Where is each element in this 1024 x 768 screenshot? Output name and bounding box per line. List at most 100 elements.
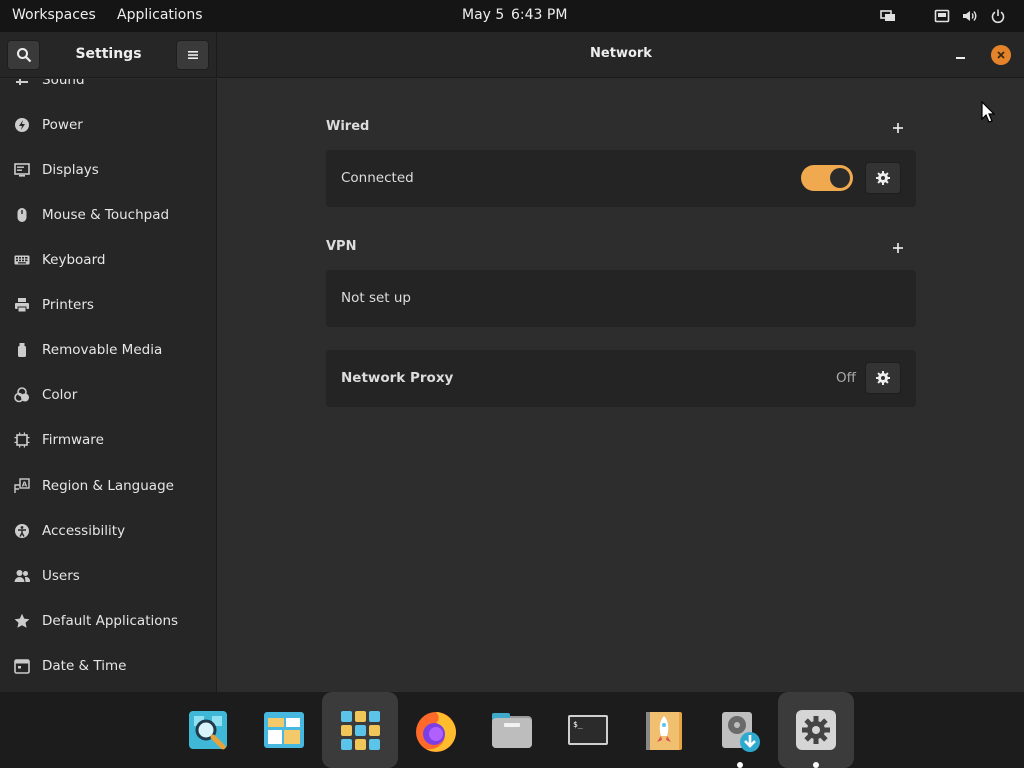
settings-window: Settings Network Sound Power Displays Mo… bbox=[0, 32, 1024, 692]
switch-knob bbox=[830, 168, 850, 188]
sidebar-item-power[interactable]: Power bbox=[0, 102, 216, 147]
close-button[interactable] bbox=[991, 45, 1011, 65]
sidebar-item-printers[interactable]: Printers bbox=[0, 282, 216, 327]
sidebar-item-displays[interactable]: Displays bbox=[0, 147, 216, 192]
sidebar-item-accessibility[interactable]: Accessibility bbox=[0, 508, 216, 553]
dock-search-app[interactable] bbox=[170, 692, 246, 768]
dock-firefox[interactable] bbox=[398, 692, 474, 768]
time-label[interactable]: 6:43 PM bbox=[511, 7, 567, 23]
sidebar-header: Settings bbox=[0, 32, 217, 78]
vpn-status-label: Not set up bbox=[341, 290, 411, 306]
applications-button[interactable]: Applications bbox=[117, 7, 203, 23]
sidebar-item-firmware[interactable]: Firmware bbox=[0, 417, 216, 462]
sidebar-item-sound[interactable]: Sound bbox=[0, 79, 216, 102]
proxy-title: Network Proxy bbox=[341, 370, 454, 386]
sidebar-item-keyboard[interactable]: Keyboard bbox=[0, 237, 216, 282]
hamburger-icon bbox=[187, 51, 198, 59]
sidebar-item-label: Firmware bbox=[42, 431, 104, 448]
wired-toggle-switch[interactable] bbox=[801, 165, 853, 191]
svg-text:A: A bbox=[22, 480, 28, 488]
color-icon bbox=[14, 386, 30, 403]
sidebar-item-color[interactable]: Color bbox=[0, 372, 216, 417]
sidebar-item-label: Displays bbox=[42, 161, 99, 178]
plus-icon bbox=[893, 243, 903, 253]
sidebar-item-label: Accessibility bbox=[42, 522, 126, 539]
sidebar-item-label: Default Applications bbox=[42, 612, 179, 629]
running-indicator bbox=[737, 762, 743, 768]
language-icon: A bbox=[14, 477, 30, 494]
disk-utility-icon bbox=[722, 712, 760, 752]
sidebar-item-label: Mouse & Touchpad bbox=[42, 206, 170, 223]
multitask-view-icon[interactable] bbox=[880, 8, 896, 24]
keyboard-icon bbox=[14, 252, 30, 268]
sidebar-item-label: Color bbox=[42, 386, 78, 403]
mouse-icon bbox=[14, 207, 30, 223]
workspaces-button[interactable]: Workspaces bbox=[12, 7, 96, 23]
menu-button[interactable] bbox=[176, 40, 209, 70]
add-vpn-button[interactable] bbox=[890, 240, 906, 256]
date-label[interactable]: May 5 bbox=[462, 7, 504, 23]
dock-settings[interactable] bbox=[778, 692, 854, 768]
gear-icon bbox=[876, 171, 890, 185]
sidebar-item-default-applications[interactable]: Default Applications bbox=[0, 598, 216, 643]
add-wired-button[interactable] bbox=[890, 120, 906, 136]
proxy-settings-button[interactable] bbox=[865, 362, 901, 394]
sidebar: Sound Power Displays Mouse & Touchpad Ke… bbox=[0, 79, 217, 692]
sound-icon bbox=[14, 79, 30, 88]
dock-app-center[interactable] bbox=[246, 692, 322, 768]
sidebar-item-label: Users bbox=[42, 567, 80, 584]
wired-connection-row: Connected bbox=[326, 150, 916, 207]
network-wired-icon[interactable] bbox=[934, 8, 950, 24]
network-proxy-row[interactable]: Network Proxy Off bbox=[326, 350, 916, 407]
sidebar-item-label: Sound bbox=[42, 79, 85, 88]
sidebar-item-users[interactable]: Users bbox=[0, 553, 216, 598]
sidebar-item-label: Region & Language bbox=[42, 477, 174, 494]
printer-icon bbox=[14, 297, 30, 313]
running-indicator bbox=[813, 762, 819, 768]
plus-icon bbox=[893, 123, 903, 133]
sidebar-item-label: Date & Time bbox=[42, 657, 127, 674]
firefox-icon bbox=[416, 712, 456, 752]
dock-rocket-app[interactable] bbox=[626, 692, 702, 768]
power-bolt-icon bbox=[14, 117, 30, 133]
search-app-icon bbox=[189, 711, 227, 750]
minimize-icon bbox=[956, 57, 965, 59]
sidebar-item-date-time[interactable]: Date & Time bbox=[0, 643, 216, 688]
sidebar-item-label: Keyboard bbox=[42, 251, 106, 268]
network-page: Wired Connected VPN Not set up Network P… bbox=[218, 79, 1024, 692]
dock-terminal[interactable]: $_ bbox=[550, 692, 626, 768]
vpn-row: Not set up bbox=[326, 270, 916, 327]
rocket-icon bbox=[646, 712, 682, 750]
dock-app-grid[interactable] bbox=[322, 692, 398, 768]
terminal-icon: $_ bbox=[568, 715, 608, 745]
volume-icon[interactable] bbox=[962, 8, 978, 24]
minimize-button[interactable] bbox=[952, 44, 970, 64]
header-bar: Settings Network bbox=[0, 32, 1024, 78]
sidebar-item-label: Printers bbox=[42, 296, 94, 313]
svg-text:$_: $_ bbox=[573, 720, 583, 729]
chip-icon bbox=[14, 432, 30, 448]
top-panel: Workspaces Applications May 5 6:43 PM bbox=[0, 0, 1024, 32]
proxy-status: Off bbox=[836, 370, 856, 386]
files-icon bbox=[492, 713, 532, 748]
sidebar-item-mouse-touchpad[interactable]: Mouse & Touchpad bbox=[0, 192, 216, 237]
display-icon bbox=[14, 162, 30, 178]
sidebar-item-label: Removable Media bbox=[42, 341, 163, 358]
sidebar-item-removable-media[interactable]: Removable Media bbox=[0, 327, 216, 372]
app-center-icon bbox=[264, 712, 304, 748]
usb-drive-icon bbox=[14, 342, 30, 358]
dock-files[interactable] bbox=[474, 692, 550, 768]
sidebar-item-label: Power bbox=[42, 116, 83, 133]
dock-disk-utility[interactable] bbox=[702, 692, 778, 768]
page-title: Network bbox=[590, 46, 652, 61]
clock-icon bbox=[14, 658, 30, 674]
vpn-section-title: VPN bbox=[326, 239, 357, 254]
mouse-cursor-icon bbox=[981, 101, 995, 123]
wired-settings-button[interactable] bbox=[865, 162, 901, 194]
wired-status-label: Connected bbox=[341, 170, 414, 186]
sidebar-item-region-language[interactable]: A Region & Language bbox=[0, 463, 216, 508]
power-icon[interactable] bbox=[990, 8, 1006, 24]
app-grid-icon bbox=[341, 711, 380, 750]
users-icon bbox=[14, 568, 30, 584]
star-icon bbox=[14, 613, 30, 629]
